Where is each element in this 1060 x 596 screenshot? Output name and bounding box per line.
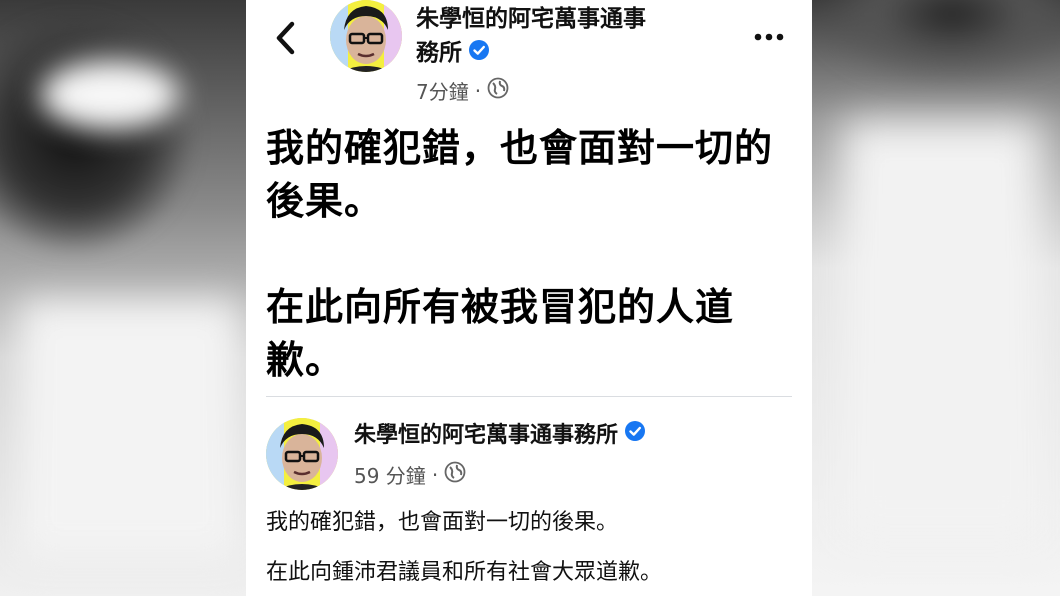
chevron-left-icon: [276, 21, 295, 55]
page-name[interactable]: 朱學恒的阿宅萬事通事 務所: [416, 2, 716, 71]
post-time[interactable]: 7分鐘: [416, 76, 469, 105]
post-header: 朱學恒的阿宅萬事通事 務所 7分鐘 ·: [246, 0, 812, 110]
post-paragraph: 在此向所有被我冒犯的人道歉。: [266, 285, 735, 382]
shared-post-body: 我的確犯錯，也會面對一切的後果。 在此向鍾沛君議員和所有社會大眾道歉。: [266, 508, 796, 596]
shared-post-page-name[interactable]: 朱學恒的阿宅萬事通事務所: [354, 420, 646, 452]
post-paragraph: 我的確犯錯，也會面對一切的後果。: [266, 126, 774, 223]
shared-post-paragraph: 我的確犯錯，也會面對一切的後果。: [266, 510, 619, 535]
page-name-line-2: 務所: [416, 40, 462, 66]
more-options-button[interactable]: [752, 22, 786, 52]
globe-icon: [487, 77, 509, 104]
facebook-post-screen: 朱學恒的阿宅萬事通事 務所 7分鐘 · 我的確犯錯，也會面對一切的後果。 在此向…: [246, 0, 812, 596]
page-avatar[interactable]: [330, 0, 402, 72]
blurred-background-right: [812, 0, 1060, 596]
post-meta: 7分鐘 ·: [416, 76, 509, 105]
page-name-line-1: 朱學恒的阿宅萬事通事: [416, 6, 646, 32]
shared-post-avatar[interactable]: [266, 418, 338, 490]
verified-badge-icon: [624, 420, 646, 452]
post-body: 我的確犯錯，也會面對一切的後果。 在此向所有被我冒犯的人道歉。: [266, 122, 796, 387]
meta-separator: ·: [431, 462, 439, 487]
verified-badge-icon: [468, 37, 490, 71]
screenshot-stage: 朱學恒的阿宅萬事通事 務所 7分鐘 · 我的確犯錯，也會面對一切的後果。 在此向…: [0, 0, 1060, 596]
shared-post-paragraph: 在此向鍾沛君議員和所有社會大眾道歉。: [266, 560, 663, 585]
shared-post-page-name-text: 朱學恒的阿宅萬事通事務所: [354, 423, 619, 448]
back-button[interactable]: [270, 18, 302, 58]
more-options-icon: [754, 33, 784, 41]
meta-separator: ·: [474, 78, 482, 103]
blurred-background-left: [0, 0, 246, 596]
shared-post-time[interactable]: 59 分鐘: [354, 460, 426, 489]
divider: [266, 396, 792, 397]
globe-icon: [444, 461, 466, 488]
shared-post-meta: 59 分鐘 ·: [354, 460, 466, 489]
